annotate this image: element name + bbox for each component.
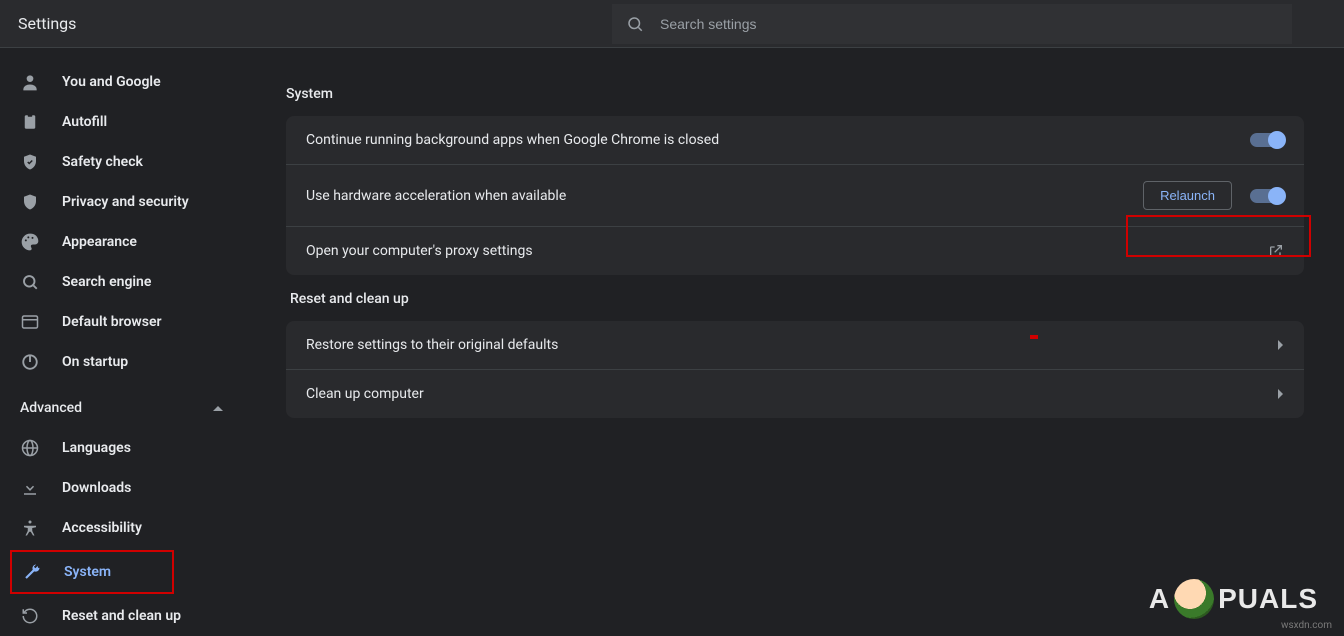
browser-icon	[20, 314, 40, 330]
row-label: Restore settings to their original defau…	[306, 337, 558, 353]
sidebar-item-label: Languages	[62, 440, 131, 456]
row-label: Use hardware acceleration when available	[306, 188, 566, 204]
section-title-system: System	[286, 70, 1304, 116]
mascot-icon	[1174, 579, 1214, 619]
accessibility-icon	[20, 518, 40, 538]
wrench-icon	[22, 563, 42, 581]
sidebar-item-system[interactable]: System	[12, 552, 172, 592]
sidebar-item-accessibility[interactable]: Accessibility	[0, 508, 246, 548]
external-link-icon	[1268, 243, 1284, 259]
person-icon	[20, 72, 40, 92]
sidebar-item-label: Appearance	[62, 234, 137, 250]
sidebar-item-label: Accessibility	[62, 520, 142, 536]
sidebar-item-autofill[interactable]: Autofill	[0, 102, 246, 142]
sidebar-item-privacy[interactable]: Privacy and security	[0, 182, 246, 222]
search-input[interactable]	[660, 16, 1278, 32]
relaunch-button[interactable]: Relaunch	[1143, 181, 1232, 210]
sidebar-item-label: Reset and clean up	[62, 608, 181, 624]
search-bar[interactable]	[612, 4, 1292, 44]
sidebar-item-you-and-google[interactable]: You and Google	[0, 62, 246, 102]
chevron-up-icon	[212, 403, 224, 413]
page-title: Settings	[0, 14, 612, 33]
sidebar-item-label: Search engine	[62, 274, 151, 290]
sidebar-item-on-startup[interactable]: On startup	[0, 342, 246, 382]
sidebar-item-label: Downloads	[62, 480, 131, 496]
sidebar-advanced-header[interactable]: Advanced	[0, 388, 246, 428]
sidebar-item-search-engine[interactable]: Search engine	[0, 262, 246, 302]
reset-card: Restore settings to their original defau…	[286, 321, 1304, 418]
sidebar-advanced-label: Advanced	[20, 400, 82, 416]
shield-check-icon	[20, 152, 40, 172]
highlight-sidebar-system: System	[10, 550, 174, 594]
chevron-right-icon	[1276, 339, 1284, 351]
sidebar-item-label: Autofill	[62, 114, 107, 130]
sidebar-item-downloads[interactable]: Downloads	[0, 468, 246, 508]
main-content: System Continue running background apps …	[246, 48, 1344, 635]
download-icon	[20, 479, 40, 497]
row-hardware-acceleration[interactable]: Use hardware acceleration when available…	[286, 164, 1304, 226]
sidebar-item-label: Default browser	[62, 314, 162, 330]
brand-logo: A PUALS	[1149, 579, 1318, 619]
palette-icon	[20, 232, 40, 252]
sidebar: You and Google Autofill Safety check Pri…	[0, 48, 246, 635]
annotation-mark	[1030, 335, 1038, 339]
row-cleanup-computer[interactable]: Clean up computer	[286, 369, 1304, 418]
toggle-background-apps[interactable]	[1250, 133, 1284, 147]
globe-icon	[20, 439, 40, 457]
sidebar-item-label: System	[64, 564, 111, 580]
sidebar-item-label: Privacy and security	[62, 194, 189, 210]
search-icon	[20, 273, 40, 291]
clipboard-icon	[20, 112, 40, 132]
row-background-apps[interactable]: Continue running background apps when Go…	[286, 116, 1304, 164]
watermark-text: wsxdn.com	[1281, 620, 1332, 631]
power-icon	[20, 353, 40, 371]
toggle-hardware-acceleration[interactable]	[1250, 189, 1284, 203]
restore-icon	[20, 607, 40, 625]
sidebar-item-appearance[interactable]: Appearance	[0, 222, 246, 262]
row-proxy-settings[interactable]: Open your computer's proxy settings	[286, 226, 1304, 275]
header-bar: Settings	[0, 0, 1344, 48]
sidebar-item-reset[interactable]: Reset and clean up	[0, 596, 246, 636]
sidebar-item-languages[interactable]: Languages	[0, 428, 246, 468]
sidebar-item-safety-check[interactable]: Safety check	[0, 142, 246, 182]
row-label: Continue running background apps when Go…	[306, 132, 719, 148]
sidebar-item-label: You and Google	[62, 74, 161, 90]
brand-text-pre: A	[1149, 583, 1170, 615]
search-icon	[626, 15, 644, 33]
sidebar-item-label: On startup	[62, 354, 128, 370]
shield-icon	[20, 192, 40, 212]
sidebar-item-label: Safety check	[62, 154, 143, 170]
brand-text-post: PUALS	[1218, 583, 1318, 615]
row-label: Open your computer's proxy settings	[306, 243, 533, 259]
chevron-right-icon	[1276, 388, 1284, 400]
section-title-reset: Reset and clean up	[286, 275, 1304, 321]
system-card: Continue running background apps when Go…	[286, 116, 1304, 275]
row-label: Clean up computer	[306, 386, 424, 402]
row-restore-defaults[interactable]: Restore settings to their original defau…	[286, 321, 1304, 369]
sidebar-item-default-browser[interactable]: Default browser	[0, 302, 246, 342]
